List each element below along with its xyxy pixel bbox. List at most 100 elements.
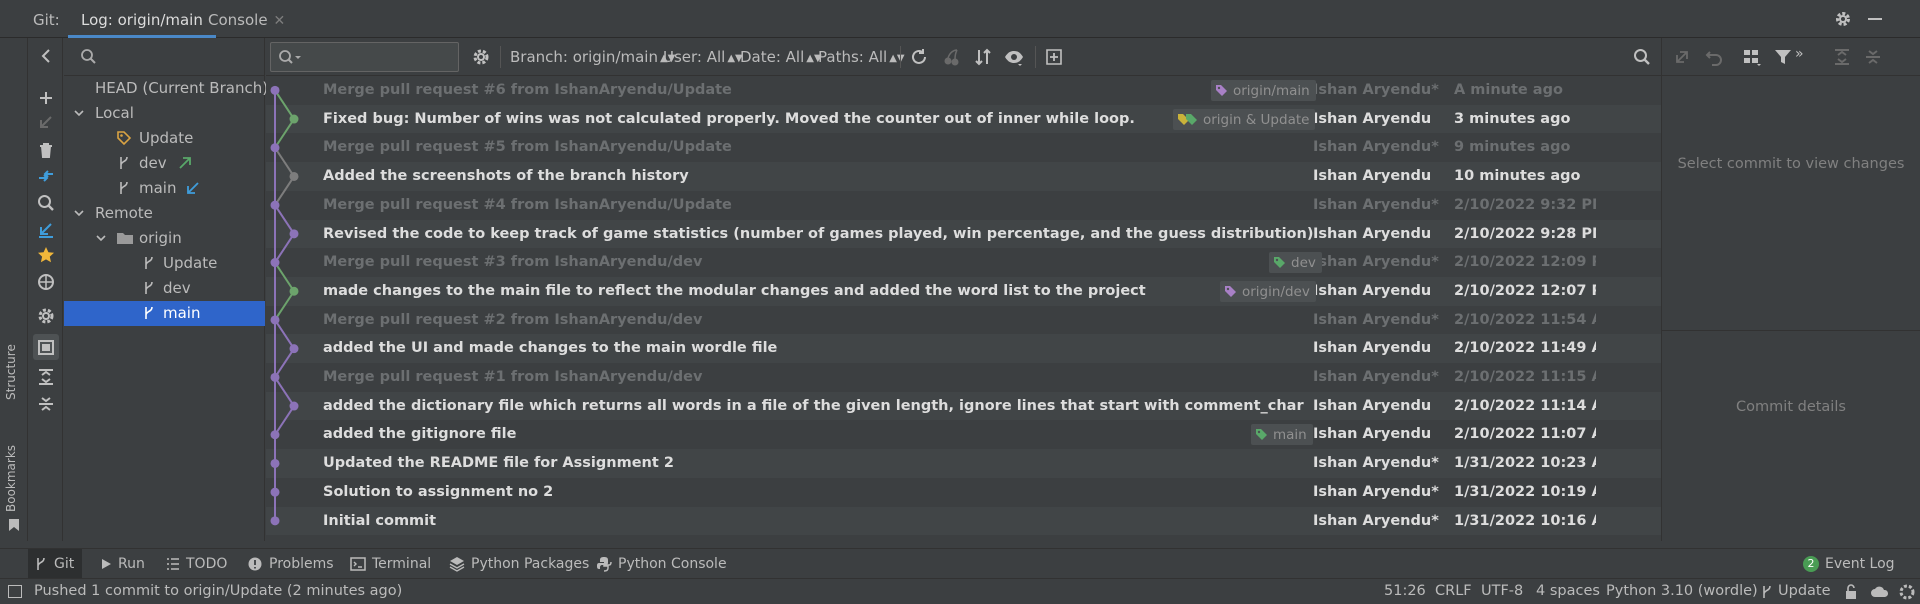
commit-row[interactable]: Merge pull request #2 from IshanAryendu/…: [266, 306, 1661, 335]
commit-row[interactable]: Updated the README file for Assignment 2…: [266, 449, 1661, 478]
tool-window-python-packages[interactable]: Python Packages: [443, 549, 597, 579]
revert-icon[interactable]: [1704, 47, 1724, 67]
chevron-left-icon[interactable]: [36, 46, 56, 66]
bookmark-icon[interactable]: [8, 518, 20, 532]
file-encoding[interactable]: UTF-8: [1481, 583, 1523, 599]
commit-row[interactable]: added the UI and made changes to the mai…: [266, 334, 1661, 363]
commit-node[interactable]: [270, 258, 280, 268]
refresh-icon[interactable]: [909, 47, 929, 67]
commit-node[interactable]: [270, 516, 280, 526]
collapse-all-icon[interactable]: [36, 394, 56, 414]
trash-icon[interactable]: [36, 140, 56, 160]
bookmarks-tab[interactable]: Bookmarks: [4, 445, 18, 512]
commit-row[interactable]: Fixed bug: Number of wins was not calcul…: [266, 104, 1661, 134]
notifications-icon[interactable]: [1898, 583, 1916, 601]
minimize-icon[interactable]: [1868, 18, 1882, 20]
commit-node[interactable]: [289, 171, 299, 181]
python-interpreter[interactable]: Python 3.10 (wordle): [1606, 583, 1758, 599]
structure-tab[interactable]: Structure: [4, 344, 18, 400]
tool-window-todo[interactable]: TODO: [160, 549, 235, 579]
caret-position[interactable]: 51:26: [1384, 583, 1426, 599]
search-icon[interactable]: [1632, 47, 1652, 67]
log-search-input[interactable]: [270, 42, 459, 72]
commit-row[interactable]: Revised the code to keep track of game s…: [266, 219, 1661, 249]
tab-log-origin-main[interactable]: Log: origin/main: [68, 4, 216, 38]
collapse-all-icon[interactable]: [1863, 47, 1883, 67]
update-arrow-icon[interactable]: [36, 112, 56, 132]
group-by-directory-icon[interactable]: [33, 334, 59, 360]
commit-node[interactable]: [270, 85, 280, 95]
tree-item-local-dev[interactable]: dev: [64, 151, 265, 176]
chevron-down-icon[interactable]: [95, 232, 107, 244]
commit-row[interactable]: Merge pull request #6 from IshanAryendu/…: [266, 76, 1661, 105]
tree-item-head[interactable]: HEAD (Current Branch): [64, 76, 268, 101]
branch-filter-dropdown[interactable]: Branch: origin/main ▲▼: [510, 48, 675, 66]
new-tab-icon[interactable]: [1044, 47, 1064, 67]
gear-icon[interactable]: [471, 47, 491, 67]
tree-item-local-main[interactable]: main: [64, 176, 265, 201]
event-log-button[interactable]: 2 Event Log: [1797, 549, 1903, 579]
search-icon[interactable]: [36, 193, 56, 213]
filter-icon[interactable]: [1773, 47, 1793, 67]
commit-row[interactable]: Merge pull request #5 from IshanAryendu/…: [266, 133, 1661, 162]
tool-window-python-console[interactable]: Python Console: [590, 549, 735, 579]
indent-setting[interactable]: 4 spaces: [1536, 583, 1600, 599]
more-chevron-icon[interactable]: »: [1795, 46, 1804, 62]
current-branch[interactable]: Update: [1778, 583, 1831, 599]
plus-icon[interactable]: [36, 88, 56, 108]
commit-node[interactable]: [270, 458, 280, 468]
date-filter-dropdown[interactable]: Date: All ▲▼: [740, 48, 822, 66]
tree-item-remote-update[interactable]: Update: [64, 251, 265, 276]
fetch-icon[interactable]: [36, 219, 56, 239]
close-icon[interactable]: ✕: [274, 13, 286, 29]
commit-node[interactable]: [289, 401, 299, 411]
commit-row[interactable]: Solution to assignment no 2 Ishan Aryendu…: [266, 478, 1661, 507]
tool-window-run[interactable]: Run: [94, 549, 153, 579]
group-by-icon[interactable]: [1742, 47, 1762, 67]
locate-icon[interactable]: [36, 272, 56, 292]
commit-node[interactable]: [289, 229, 299, 239]
commit-row[interactable]: Merge pull request #4 from IshanAryendu/…: [266, 191, 1661, 220]
diff-icon[interactable]: [1672, 47, 1692, 67]
tab-console[interactable]: Console ✕: [208, 11, 285, 29]
line-separator[interactable]: CRLF: [1435, 583, 1472, 599]
tree-group-origin[interactable]: origin: [64, 226, 265, 251]
star-icon[interactable]: [36, 245, 56, 265]
gear-icon[interactable]: [1834, 10, 1852, 28]
chevron-down-icon[interactable]: [73, 207, 85, 219]
commit-node[interactable]: [270, 143, 280, 153]
settings-icon[interactable]: [36, 306, 56, 326]
paths-filter-dropdown[interactable]: Paths: All ▲▼: [818, 48, 905, 66]
chevron-down-icon[interactable]: [73, 107, 85, 119]
branch-search-box[interactable]: [64, 38, 265, 76]
tool-window-problems[interactable]: Problems: [241, 549, 342, 579]
commit-node[interactable]: [270, 487, 280, 497]
tool-window-terminal[interactable]: Terminal: [344, 549, 439, 579]
status-message[interactable]: Pushed 1 commit to origin/Update (2 minu…: [34, 583, 402, 599]
commit-row[interactable]: added the dictionary file which returns …: [266, 391, 1661, 421]
cherry-pick-icon[interactable]: [942, 47, 962, 67]
unlock-icon[interactable]: [1844, 584, 1858, 600]
commit-node[interactable]: [270, 200, 280, 210]
expand-all-icon[interactable]: [1832, 47, 1852, 67]
commit-row[interactable]: Merge pull request #3 from IshanAryendu/…: [266, 248, 1661, 277]
cloud-icon[interactable]: [1870, 583, 1890, 601]
commit-node[interactable]: [289, 344, 299, 354]
sort-icon[interactable]: [973, 47, 993, 67]
tree-group-remote[interactable]: Remote: [64, 201, 265, 226]
commit-log-table[interactable]: Merge pull request #6 from IshanAryendu/…: [266, 76, 1661, 540]
commit-node[interactable]: [270, 430, 280, 440]
tree-item-local-update[interactable]: Update: [64, 126, 265, 151]
compare-icon[interactable]: [36, 166, 56, 186]
tree-item-remote-main[interactable]: main: [64, 301, 265, 326]
commit-node[interactable]: [289, 286, 299, 296]
commit-row[interactable]: added the gitignore file Ishan Aryendu 2/1…: [266, 420, 1661, 449]
expand-all-icon[interactable]: [36, 367, 56, 387]
commit-row[interactable]: Merge pull request #1 from IshanAryendu/…: [266, 363, 1661, 392]
commit-node[interactable]: [289, 114, 299, 124]
tool-window-git[interactable]: Git: [28, 549, 83, 579]
commit-row[interactable]: made changes to the main file to reflect…: [266, 276, 1661, 306]
commit-row[interactable]: Added the screenshots of the branch hist…: [266, 162, 1661, 191]
commit-row[interactable]: Initial commit Ishan Aryendu* 1/31/2022 10…: [266, 506, 1661, 536]
eye-icon[interactable]: [1004, 47, 1024, 67]
